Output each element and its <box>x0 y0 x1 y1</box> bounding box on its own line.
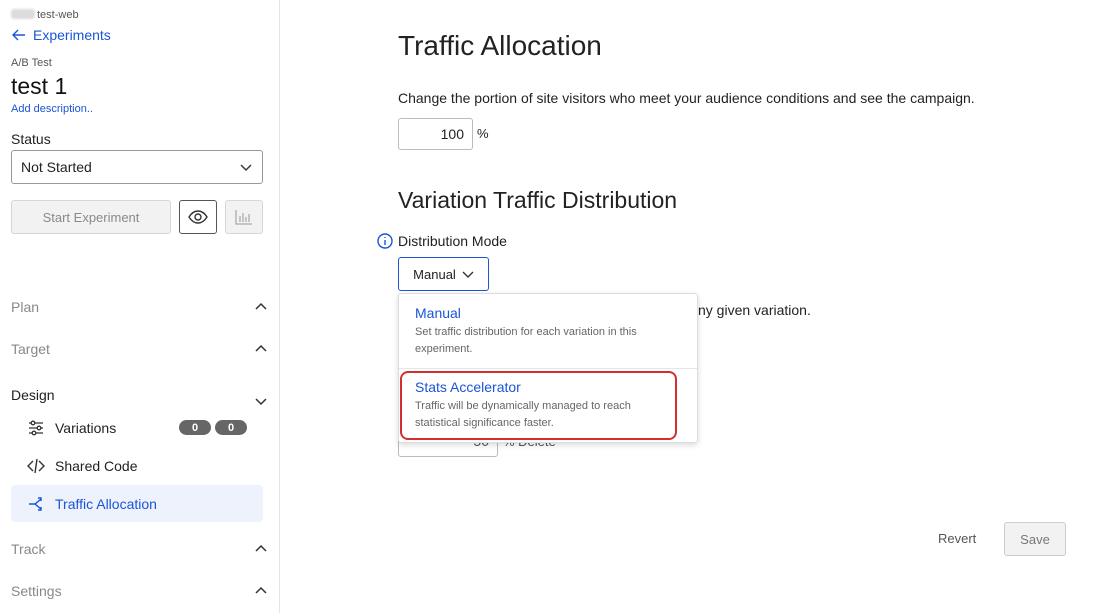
nav-section-plan[interactable]: Plan <box>11 299 267 315</box>
arrow-left-icon <box>12 29 25 41</box>
sidebar-item-variations[interactable]: Variations 0 0 <box>11 409 263 446</box>
nav-section-design[interactable]: Design <box>11 383 267 407</box>
percent-sign: % <box>477 126 489 141</box>
project-name: test-web <box>11 9 79 21</box>
sidebar: test-web Experiments A/B Test test 1 Add… <box>0 0 280 613</box>
distribution-title: Variation Traffic Distribution <box>398 187 678 213</box>
split-arrow-icon <box>29 496 42 511</box>
option-manual[interactable]: Manual Set traffic distribution for each… <box>399 305 697 358</box>
experiment-type: A/B Test <box>11 57 52 69</box>
info-icon[interactable] <box>377 233 393 249</box>
page-title: Traffic Allocation <box>398 30 602 61</box>
chevron-up-icon <box>255 544 267 552</box>
variation-badges: 0 0 <box>179 420 247 435</box>
option-stats-accelerator[interactable]: Stats Accelerator Traffic will be dynami… <box>399 379 697 432</box>
back-to-experiments-link[interactable]: Experiments <box>11 27 111 43</box>
sidebar-item-traffic-allocation[interactable]: Traffic Allocation <box>11 485 263 522</box>
start-experiment-button[interactable]: Start Experiment <box>11 200 171 234</box>
code-icon <box>27 458 45 473</box>
sliders-icon <box>29 420 43 435</box>
chevron-down-icon <box>462 271 474 278</box>
traffic-description: Change the portion of site visitors who … <box>398 90 975 106</box>
add-description-link[interactable]: Add description.. <box>11 103 93 115</box>
distribution-mode-label: Distribution Mode <box>398 233 507 249</box>
experiment-name: test 1 <box>11 73 68 99</box>
nav-section-track[interactable]: Track <box>11 541 267 557</box>
chevron-down-icon <box>240 164 252 171</box>
status-label: Status <box>11 131 51 147</box>
traffic-percent-input[interactable]: 100 <box>398 118 473 150</box>
obscured-text: ny given variation. <box>698 302 811 318</box>
save-button[interactable]: Save <box>1004 522 1066 556</box>
distribution-mode-select[interactable]: Manual <box>398 257 489 291</box>
chevron-down-icon <box>255 398 267 406</box>
divider <box>399 368 697 369</box>
nav-section-target[interactable]: Target <box>11 341 267 357</box>
chevron-up-icon <box>255 344 267 352</box>
badge: 0 <box>179 420 211 435</box>
badge: 0 <box>215 420 247 435</box>
revert-button[interactable]: Revert <box>938 531 976 546</box>
bar-chart-icon <box>235 210 252 225</box>
distribution-mode-dropdown: Manual Set traffic distribution for each… <box>398 293 698 443</box>
chevron-up-icon <box>255 586 267 594</box>
sidebar-item-shared-code[interactable]: Shared Code <box>11 447 263 484</box>
nav-section-settings[interactable]: Settings <box>11 583 267 599</box>
chevron-up-icon <box>255 302 267 310</box>
blurred-text <box>11 9 35 19</box>
preview-button[interactable] <box>179 200 217 234</box>
status-select[interactable]: Not Started <box>11 150 263 184</box>
eye-icon <box>188 210 208 224</box>
results-button[interactable] <box>225 200 263 234</box>
